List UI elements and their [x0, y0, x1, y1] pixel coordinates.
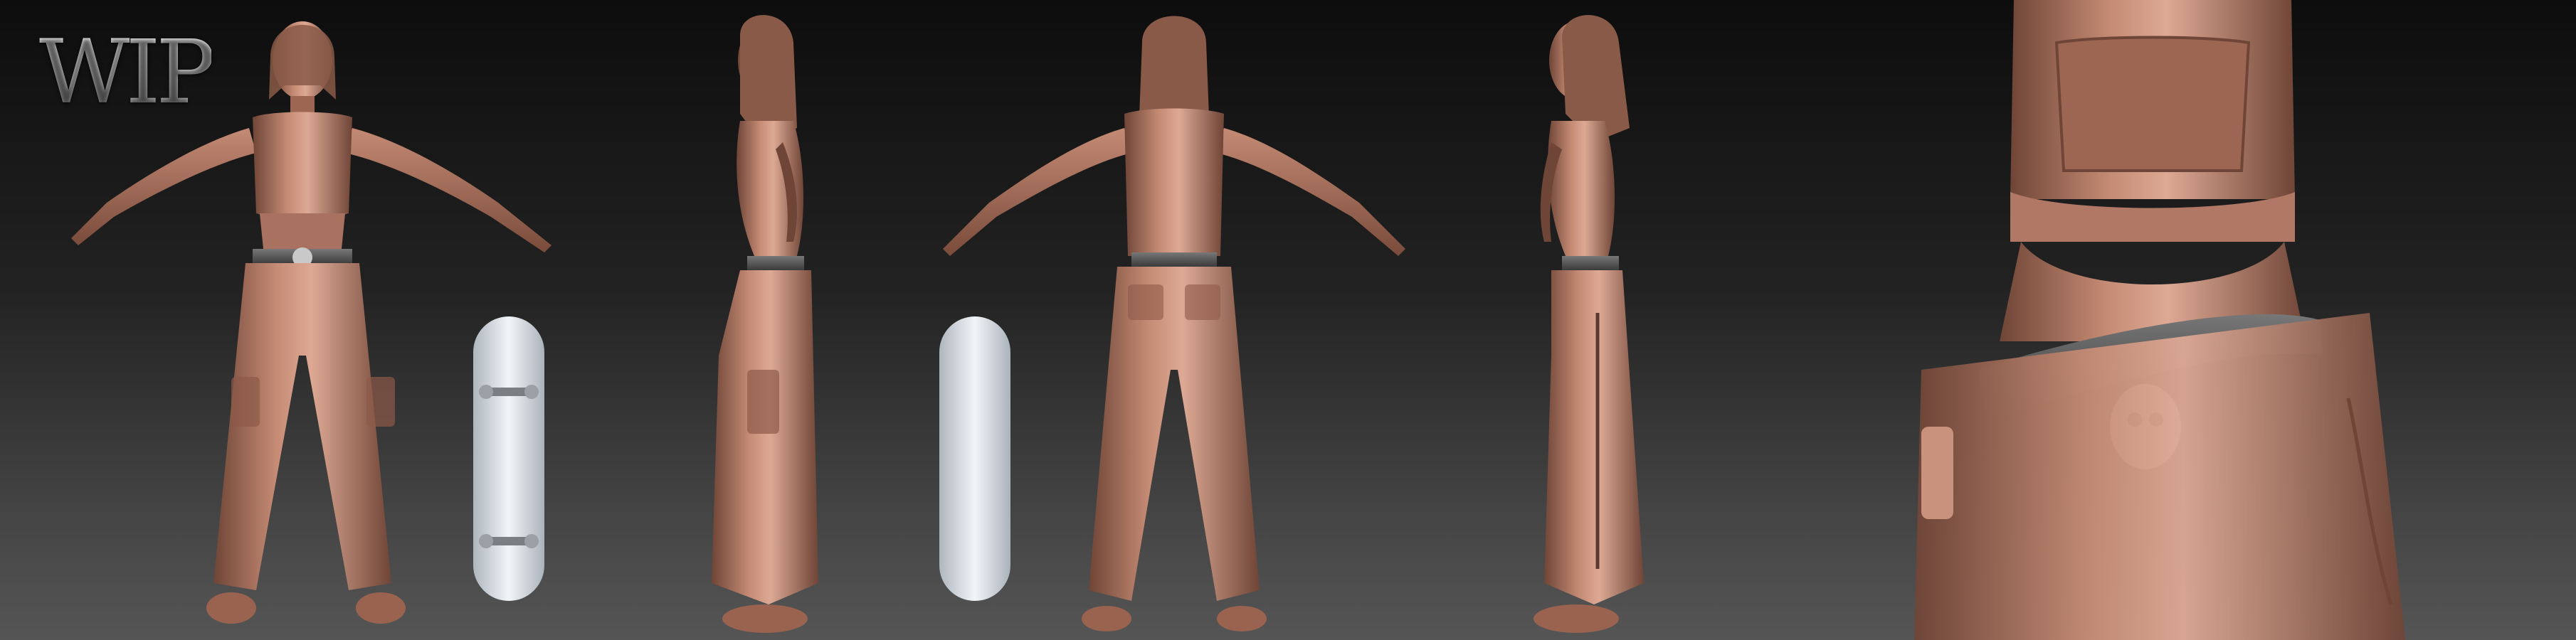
wip-watermark: WIP	[39, 21, 216, 124]
skateboard-back	[939, 316, 1010, 601]
back-view-figure	[943, 16, 1405, 631]
skateboard-front	[473, 316, 544, 601]
side-view-left-figure	[1534, 15, 1644, 633]
sculpt-render	[71, 0, 2405, 640]
render-stage: WIP	[0, 0, 2576, 640]
waist-closeup-figure	[1914, 0, 2405, 640]
side-view-right-figure	[712, 15, 818, 633]
